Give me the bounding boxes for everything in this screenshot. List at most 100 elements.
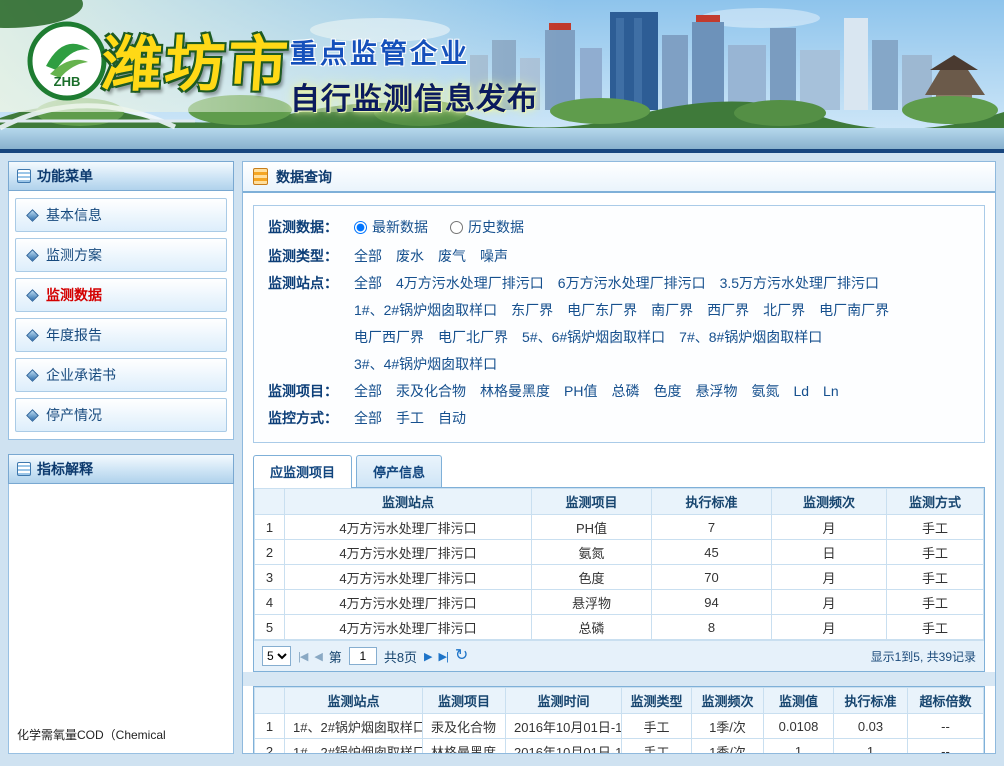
filter-option-link[interactable]: 氨氮: [751, 383, 779, 399]
filter-option-link[interactable]: 6万方污水处理厂排污口: [558, 275, 706, 291]
table-cell: 1季/次: [692, 714, 764, 739]
filter-option-link[interactable]: 噪声: [480, 248, 508, 264]
monitor-data-table: 监测站点监测项目监测时间监测类型监测频次监测值执行标准超标倍数11#、2#锅炉烟…: [254, 687, 984, 753]
table-cell: 70: [652, 565, 772, 590]
filter-option-link[interactable]: 电厂南厂界: [819, 302, 889, 318]
first-page-button[interactable]: |◀: [298, 650, 307, 663]
page-title-bar: 数据查询: [243, 162, 995, 193]
filter-option-link[interactable]: 西厂界: [707, 302, 749, 318]
table-row[interactable]: 14万方污水处理厂排污口PH值7月手工: [255, 515, 984, 540]
filter-option-link[interactable]: 全部: [354, 410, 382, 426]
column-header: 监测方式: [887, 489, 984, 515]
filter-option-link[interactable]: 1#、2#锅炉烟囱取样口: [354, 302, 497, 318]
filter-option-link[interactable]: 电厂东厂界: [567, 302, 637, 318]
main-body: 监测数据：最新数据历史数据监测类型：全部废水废气噪声监测站点：全部4万方污水处理…: [243, 193, 995, 753]
table-row[interactable]: 44万方污水处理厂排污口悬浮物94月手工: [255, 590, 984, 615]
filter-option-link[interactable]: 林格曼黑度: [480, 383, 550, 399]
tab-2[interactable]: 停产信息: [356, 455, 442, 487]
table-cell: 手工: [622, 714, 692, 739]
main-panel: 数据查询 监测数据：最新数据历史数据监测类型：全部废水废气噪声监测站点：全部4万…: [242, 161, 996, 754]
filter-option-link[interactable]: 5#、6#锅炉烟囱取样口: [522, 329, 665, 345]
column-header: 监测项目: [423, 688, 506, 714]
filter-option-link[interactable]: 色度: [653, 383, 681, 399]
column-header: 监测频次: [772, 489, 887, 515]
filter-option-link[interactable]: 东厂界: [511, 302, 553, 318]
page-size-select[interactable]: 5: [262, 646, 291, 666]
radio-input[interactable]: [450, 221, 463, 234]
table-cell: 1: [764, 739, 834, 754]
banner-city-title: 潍坊市: [99, 16, 294, 103]
filter-option-link[interactable]: Ld: [793, 383, 809, 399]
column-header: [255, 489, 285, 515]
filter-option-link[interactable]: 电厂北厂界: [438, 329, 508, 345]
filter-label: 监控方式：: [268, 405, 354, 432]
banner-subtitles: 重点监管企业 自行监测信息发布: [290, 32, 538, 118]
filter-label: 监测站点：: [268, 270, 354, 378]
filter-option-link[interactable]: 4万方污水处理厂排污口: [396, 275, 544, 291]
filter-row-1: 监测数据：最新数据历史数据: [268, 214, 970, 243]
filter-option-link[interactable]: 3.5万方污水处理厂排污口: [720, 275, 879, 291]
filter-option-link[interactable]: 自动: [438, 410, 466, 426]
column-header: 执行标准: [652, 489, 772, 515]
filter-option-link[interactable]: Ln: [823, 383, 839, 399]
sidebar-item-label: 监测方案: [46, 245, 102, 265]
page-title: 数据查询: [276, 167, 332, 187]
diamond-icon: [26, 369, 39, 382]
tab-1[interactable]: 应监测项目: [253, 455, 352, 488]
sidebar-item-4[interactable]: 年度报告: [15, 318, 227, 352]
table-cell: 悬浮物: [532, 590, 652, 615]
column-header: 执行标准: [834, 688, 908, 714]
filter-option-link[interactable]: 全部: [354, 275, 382, 291]
table-cell: 4万方污水处理厂排污口: [285, 615, 532, 640]
filter-option-link[interactable]: 3#、4#锅炉烟囱取样口: [354, 356, 497, 372]
svg-text:ZHB: ZHB: [54, 74, 81, 89]
radio-option[interactable]: 最新数据: [354, 214, 428, 241]
filter-option-link[interactable]: 全部: [354, 383, 382, 399]
prev-page-button[interactable]: ◀: [314, 650, 321, 663]
table-cell: 手工: [887, 590, 984, 615]
sidebar-item-6[interactable]: 停产情况: [15, 398, 227, 432]
filter-option-link[interactable]: 手工: [396, 410, 424, 426]
filter-option-link[interactable]: 7#、8#锅炉烟囱取样口: [679, 329, 822, 345]
filter-option-link[interactable]: 废水: [396, 248, 424, 264]
diamond-icon: [26, 289, 39, 302]
filter-row-3: 监测站点：全部 4万方污水处理厂排污口 6万方污水处理厂排污口 3.5万方污水处理厂排…: [268, 270, 970, 378]
sidebar-item-5[interactable]: 企业承诺书: [15, 358, 227, 392]
banner-subtitle-line2: 自行监测信息发布: [290, 74, 538, 118]
table-row[interactable]: 24万方污水处理厂排污口氨氮45日手工: [255, 540, 984, 565]
refresh-icon[interactable]: ↻: [455, 648, 468, 664]
table-cell: 7: [652, 515, 772, 540]
table-row[interactable]: 34万方污水处理厂排污口色度70月手工: [255, 565, 984, 590]
sidebar-item-3[interactable]: 监测数据: [15, 278, 227, 312]
filter-option-link[interactable]: 总磷: [611, 383, 639, 399]
filter-option-link[interactable]: 悬浮物: [695, 383, 737, 399]
filter-option-link[interactable]: 南厂界: [651, 302, 693, 318]
monitor-items-table: 监测站点监测项目执行标准监测频次监测方式14万方污水处理厂排污口PH值7月手工2…: [254, 488, 984, 640]
table-row[interactable]: 11#、2#锅炉烟囱取样口汞及化合物2016年10月01日-12手工1季/次0.…: [255, 714, 984, 739]
filter-option-link[interactable]: 汞及化合物: [396, 383, 466, 399]
next-page-button[interactable]: ▶: [424, 650, 431, 663]
sidebar-item-1[interactable]: 基本信息: [15, 198, 227, 232]
sidebar-item-2[interactable]: 监测方案: [15, 238, 227, 272]
table-cell: 手工: [622, 739, 692, 754]
filter-option-link[interactable]: 全部: [354, 248, 382, 264]
monitor-data-table-box: 监测站点监测项目监测时间监测类型监测频次监测值执行标准超标倍数11#、2#锅炉烟…: [253, 686, 985, 753]
diamond-icon: [26, 249, 39, 262]
filter-option-link[interactable]: PH值: [564, 383, 597, 399]
filter-label: 监测数据：: [268, 214, 354, 243]
radio-input[interactable]: [354, 221, 367, 234]
table-row[interactable]: 21#、2#锅炉烟囱取样口林格曼黑度2016年10月01日-12手工1季/次11…: [255, 739, 984, 754]
last-page-button[interactable]: ▶|: [439, 650, 448, 663]
filter-option-link[interactable]: 废气: [438, 248, 466, 264]
table-row[interactable]: 54万方污水处理厂排污口总磷8月手工: [255, 615, 984, 640]
filter-option-link[interactable]: 电厂西厂界: [354, 329, 424, 345]
filter-option-link[interactable]: 北厂界: [763, 302, 805, 318]
page-number-input[interactable]: [349, 647, 377, 665]
radio-option[interactable]: 历史数据: [450, 214, 524, 241]
table-cell: 1#、2#锅炉烟囱取样口: [285, 739, 423, 754]
banner-subtitle-line1: 重点监管企业: [290, 32, 538, 71]
column-header: 监测站点: [285, 489, 532, 515]
page-prefix-label: 第: [329, 647, 342, 666]
table-cell: 手工: [887, 540, 984, 565]
diamond-icon: [26, 409, 39, 422]
